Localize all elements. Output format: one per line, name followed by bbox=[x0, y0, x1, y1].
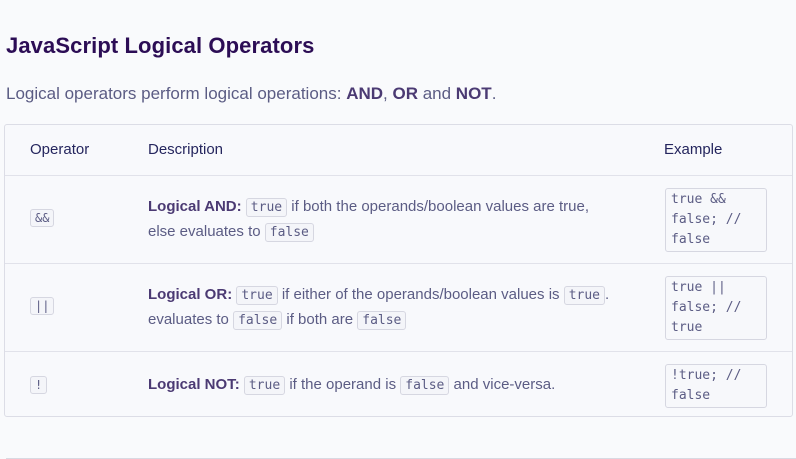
inline-code: false bbox=[233, 311, 283, 330]
inline-code: false bbox=[264, 223, 314, 242]
operator-name: Logical AND bbox=[148, 198, 237, 215]
operator-code: || bbox=[30, 297, 55, 315]
description-text: if either of the operands/boolean values… bbox=[277, 286, 564, 303]
operator-colon: : bbox=[227, 286, 233, 303]
operator-cell: || bbox=[30, 297, 55, 315]
example-code: !true; // false bbox=[665, 364, 767, 408]
page-title: JavaScript Logical Operators bbox=[6, 33, 315, 58]
description-cell: Logical AND: true if both the operands/b… bbox=[148, 195, 618, 245]
intro-not: NOT bbox=[455, 84, 492, 103]
operators-table: Operator Description Example && Logical … bbox=[4, 124, 793, 417]
table-row: ! Logical NOT: true if the operand is fa… bbox=[5, 351, 792, 417]
intro-sep-2: and bbox=[417, 84, 456, 103]
intro-prefix: Logical operators perform logical operat… bbox=[6, 84, 347, 103]
description-text: and vice-versa. bbox=[449, 376, 556, 393]
description-cell: Logical NOT: true if the operand is fals… bbox=[148, 373, 618, 398]
inline-code: false bbox=[400, 376, 450, 395]
inline-code: true bbox=[563, 286, 606, 305]
operator-cell: && bbox=[30, 209, 55, 227]
header-description: Description bbox=[148, 141, 224, 158]
inline-code: true bbox=[236, 286, 278, 305]
description-cell: Logical OR: true if either of the operan… bbox=[148, 283, 618, 333]
description-text: if both are bbox=[282, 311, 358, 328]
table-row: && Logical AND: true if both the operand… bbox=[5, 175, 792, 263]
operator-code: && bbox=[30, 209, 55, 227]
intro-text: Logical operators perform logical operat… bbox=[6, 84, 496, 104]
table-header-row: Operator Description Example bbox=[5, 125, 792, 175]
intro-suffix: . bbox=[491, 84, 497, 103]
inline-code: false bbox=[357, 311, 407, 330]
description-text: if the operand is bbox=[285, 376, 401, 393]
example-code: true && false; // false bbox=[665, 188, 767, 252]
table-row: || Logical OR: true if either of the ope… bbox=[5, 263, 792, 351]
example-code: true || false; // true bbox=[665, 276, 767, 340]
intro-and: AND bbox=[346, 84, 384, 103]
operator-cell: ! bbox=[30, 376, 48, 394]
header-operator: Operator bbox=[30, 141, 90, 158]
operator-colon: : bbox=[234, 376, 240, 393]
operator-name: Logical OR bbox=[148, 286, 228, 303]
header-example: Example bbox=[664, 141, 723, 158]
operator-name: Logical NOT bbox=[148, 376, 235, 393]
operator-code: ! bbox=[30, 376, 48, 394]
inline-code: true bbox=[243, 376, 286, 395]
operator-colon: : bbox=[236, 198, 242, 215]
inline-code: true bbox=[245, 198, 288, 217]
intro-or: OR bbox=[392, 84, 418, 103]
